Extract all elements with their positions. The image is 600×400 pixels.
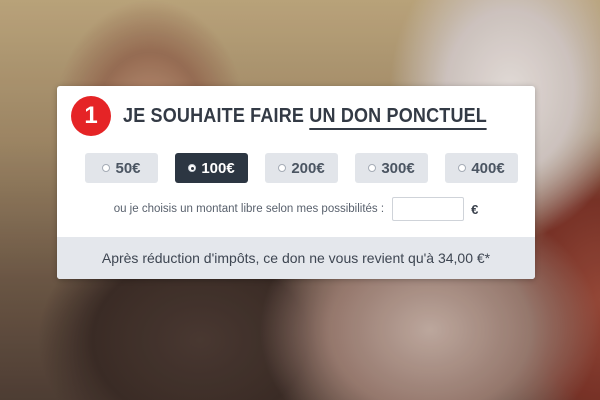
- title-prefix: JE SOUHAITE FAIRE: [123, 104, 310, 127]
- tax-reduction-footer: Après réduction d'impôts, ce don ne vous…: [57, 237, 535, 279]
- amount-label: 100€: [201, 159, 235, 177]
- amount-label: 400€: [471, 159, 505, 177]
- currency-symbol: €: [471, 201, 479, 217]
- amount-option-100[interactable]: 100€: [175, 153, 248, 183]
- amount-option-300[interactable]: 300€: [355, 153, 428, 183]
- tax-reduction-note: Après réduction d'impôts, ce don ne vous…: [101, 250, 491, 266]
- radio-icon: [102, 164, 111, 172]
- amount-option-400[interactable]: 400€: [445, 153, 518, 183]
- amount-label: 300€: [381, 159, 415, 177]
- free-amount-input[interactable]: [392, 197, 465, 221]
- title-emphasis: UN DON PONCTUEL: [309, 104, 487, 130]
- radio-icon: [278, 164, 287, 172]
- donation-title: JE SOUHAITE FAIRE UN DON PONCTUEL: [123, 104, 487, 130]
- amount-option-200[interactable]: 200€: [265, 153, 338, 183]
- amount-options: 50€ 100€ 200€ 300€ 400€: [85, 153, 518, 183]
- free-amount-label: ou je choisis un montant libre selon mes…: [113, 203, 385, 215]
- amount-label: 200€: [291, 159, 325, 177]
- radio-icon: [368, 164, 377, 172]
- step-number-badge: 1: [71, 96, 111, 136]
- amount-option-50[interactable]: 50€: [85, 153, 158, 183]
- amount-label: 50€: [115, 159, 141, 177]
- donation-header: 1 JE SOUHAITE FAIRE UN DON PONCTUEL: [71, 96, 527, 136]
- radio-icon: [458, 164, 467, 172]
- donation-card: 1 JE SOUHAITE FAIRE UN DON PONCTUEL 50€ …: [57, 86, 535, 279]
- free-amount-row: ou je choisis un montant libre selon mes…: [57, 196, 535, 222]
- radio-checked-icon: [188, 164, 197, 172]
